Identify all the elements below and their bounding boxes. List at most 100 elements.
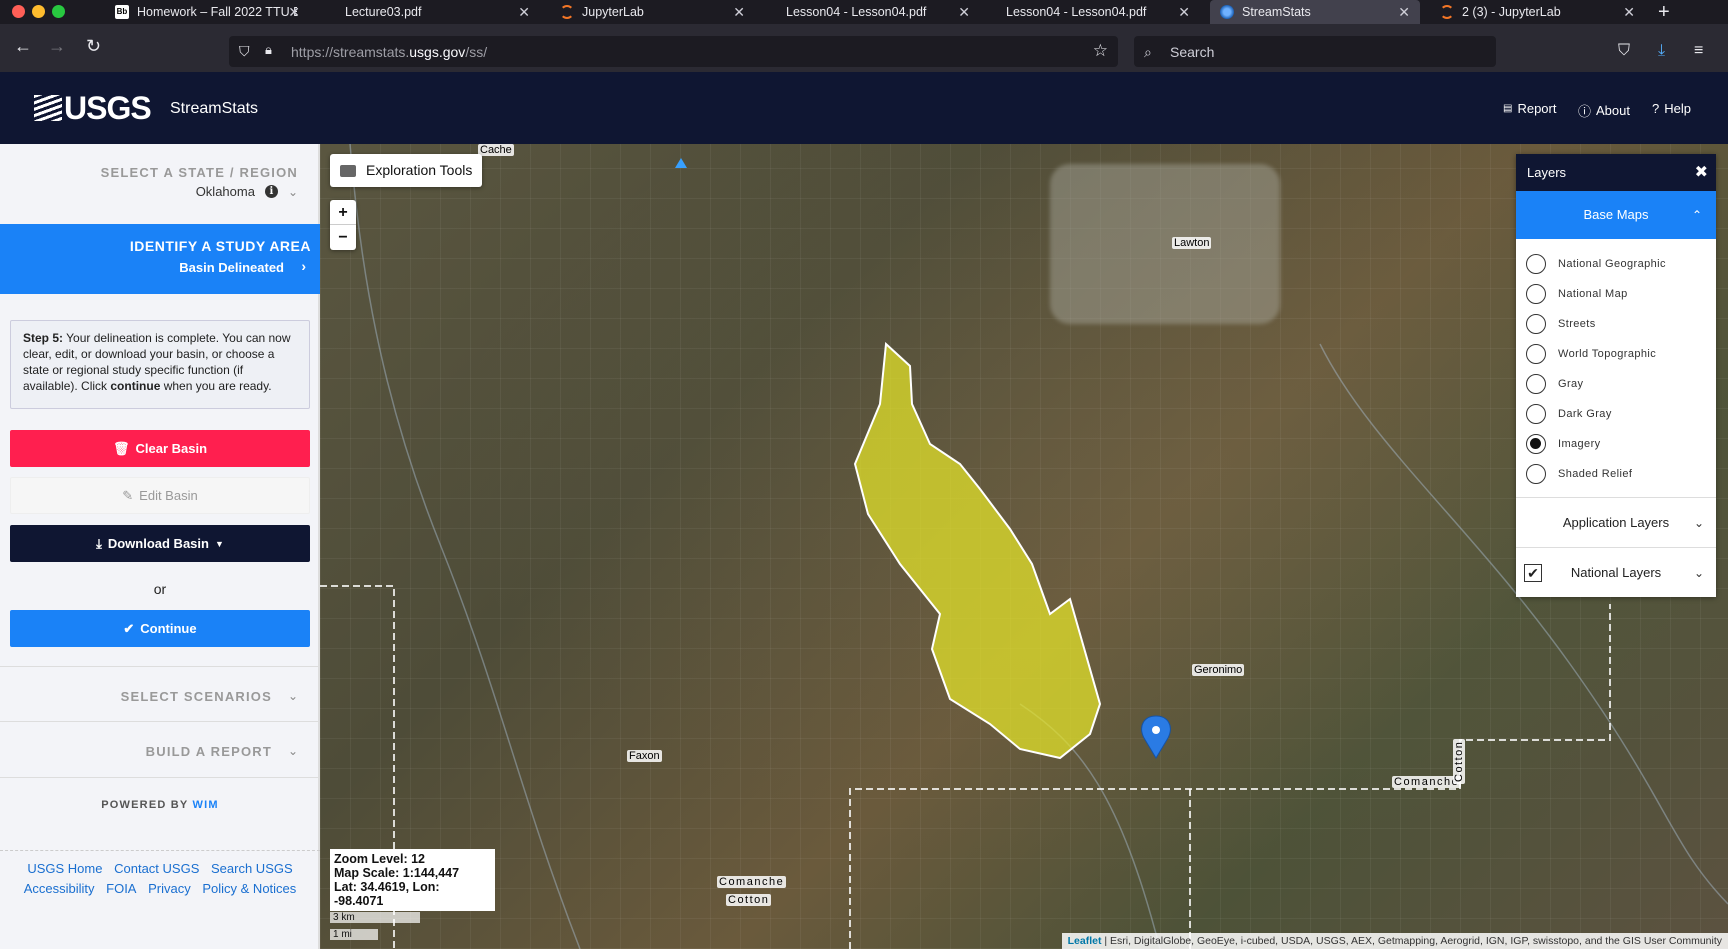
trash-icon: 🗑︎ xyxy=(112,440,130,456)
help-link[interactable]: ? Help xyxy=(1652,101,1691,116)
place-label-comanche: Comanche xyxy=(717,876,787,888)
edit-basin-button[interactable]: ✎ Edit Basin xyxy=(10,477,310,514)
accessibility-link[interactable]: Accessibility xyxy=(24,881,95,896)
base-map-option[interactable]: Imagery xyxy=(1516,429,1716,459)
gage-marker[interactable] xyxy=(675,158,687,168)
base-map-option[interactable]: Gray xyxy=(1516,369,1716,399)
chevron-down-icon[interactable]: ⌄ xyxy=(288,185,298,199)
delineated-basin[interactable] xyxy=(853,341,1102,760)
clear-basin-button[interactable]: 🗑︎ Clear Basin xyxy=(10,430,310,467)
browser-tab[interactable]: Bb Homework – Fall 2022 TTU Eng ✕ xyxy=(105,0,310,24)
close-tab-icon[interactable]: ✕ xyxy=(1623,4,1635,21)
report-link[interactable]: ▤ Report xyxy=(1503,101,1556,116)
leaflet-link[interactable]: Leaflet xyxy=(1068,935,1102,947)
base-map-label: Gray xyxy=(1558,378,1584,390)
close-tab-icon[interactable]: ✕ xyxy=(1178,4,1190,21)
browser-tab-active[interactable]: StreamStats ✕ xyxy=(1210,0,1420,24)
state-value: Oklahoma xyxy=(195,184,255,199)
zoom-in-button[interactable]: + xyxy=(330,200,356,225)
forward-icon[interactable]: → xyxy=(48,36,66,57)
maximize-window-button[interactable] xyxy=(52,5,65,18)
radio-button[interactable] xyxy=(1526,374,1546,394)
reload-icon[interactable]: ↻ xyxy=(86,36,101,57)
new-tab-icon[interactable]: + xyxy=(1658,1,1670,24)
base-map-option[interactable]: National Map xyxy=(1516,279,1716,309)
browser-tab[interactable]: Lesson04 - Lesson04.pdf ✕ xyxy=(990,0,1200,24)
close-tab-icon[interactable]: ✕ xyxy=(288,4,300,21)
select-state-section[interactable]: SELECT A STATE / REGION xyxy=(101,164,298,182)
build-report-label: BUILD A REPORT xyxy=(145,744,272,759)
browser-tab-bar: Bb Homework – Fall 2022 TTU Eng ✕ Lectur… xyxy=(0,0,1728,24)
close-tab-icon[interactable]: ✕ xyxy=(518,4,530,21)
usgs-logo[interactable]: USGS xyxy=(34,90,152,127)
continue-button[interactable]: ✔ Continue xyxy=(10,610,310,647)
base-map-option[interactable]: Shaded Relief xyxy=(1516,459,1716,489)
about-link[interactable]: ⓘ About xyxy=(1578,101,1630,120)
download-basin-label: Download Basin xyxy=(107,536,209,551)
base-map-option[interactable]: Streets xyxy=(1516,309,1716,339)
state-selector[interactable]: Oklahoma i ⌄ xyxy=(196,184,298,199)
radio-button-selected[interactable] xyxy=(1526,434,1546,454)
close-tab-icon[interactable]: ✕ xyxy=(958,4,970,21)
back-icon[interactable]: ← xyxy=(14,36,32,57)
tab-title: StreamStats xyxy=(1242,5,1311,19)
url-bar[interactable]: ⛉ 🔒︎ https://streamstats.usgs.gov/ss/ ☆ xyxy=(229,36,1118,67)
menu-icon[interactable]: ≡ xyxy=(1694,42,1703,60)
map-scale: Map Scale: 1:144,447 xyxy=(334,866,460,880)
base-map-label: Shaded Relief xyxy=(1558,468,1633,480)
usgs-home-link[interactable]: USGS Home xyxy=(27,861,102,876)
search-bar[interactable]: ⌕ Search xyxy=(1134,36,1496,67)
info-icon[interactable]: i xyxy=(264,185,278,198)
policy-link[interactable]: Policy & Notices xyxy=(202,881,296,896)
browser-tab[interactable]: Lesson04 - Lesson04.pdf ✕ xyxy=(770,0,980,24)
close-tab-icon[interactable]: ✕ xyxy=(1398,4,1410,21)
close-icon[interactable]: ✖ xyxy=(1695,154,1708,191)
radio-button[interactable] xyxy=(1526,284,1546,304)
shield-icon[interactable]: ⛉ xyxy=(239,43,250,60)
download-icon[interactable]: ⤓ xyxy=(1658,42,1665,60)
checkbox-checked[interactable]: ✔ xyxy=(1524,563,1542,582)
zoom-out-button[interactable]: − xyxy=(330,225,356,250)
chevron-right-icon: › xyxy=(301,258,306,274)
map-info-box: Zoom Level: 12 Map Scale: 1:144,447 Lat:… xyxy=(330,849,495,911)
pour-point-marker[interactable] xyxy=(1141,715,1171,759)
download-basin-button[interactable]: ⤓ Download Basin ▼ xyxy=(10,525,310,562)
radio-button[interactable] xyxy=(1526,344,1546,364)
exploration-tools-button[interactable]: Exploration Tools xyxy=(330,154,483,187)
identify-label: IDENTIFY A STUDY AREA xyxy=(129,238,311,254)
pocket-icon[interactable]: ⛉ xyxy=(1618,42,1630,60)
radio-button[interactable] xyxy=(1526,254,1546,274)
bookmark-star-icon[interactable]: ☆ xyxy=(1093,41,1108,61)
scale-bar-km: 3 km xyxy=(330,912,420,923)
lock-icon[interactable]: 🔒︎ xyxy=(265,42,272,58)
close-tab-icon[interactable]: ✕ xyxy=(733,4,745,21)
identify-study-area-step[interactable]: IDENTIFY A STUDY AREA Basin Delineated › xyxy=(0,224,320,294)
radio-button[interactable] xyxy=(1526,464,1546,484)
chevron-up-icon: ⌃ xyxy=(1691,208,1702,222)
base-map-option[interactable]: Dark Gray xyxy=(1516,399,1716,429)
footer-links: USGS Home Contact USGS Search USGS Acces… xyxy=(0,850,320,899)
map-view[interactable]: Cache Lawton Geronimo Faxon Comanche Cot… xyxy=(320,144,1728,949)
application-layers-header[interactable]: Application Layers ⌄ xyxy=(1516,497,1716,547)
build-report-section[interactable]: BUILD A REPORT ⌄ xyxy=(0,722,320,778)
base-map-option[interactable]: World Topographic xyxy=(1516,339,1716,369)
minimize-window-button[interactable] xyxy=(32,5,45,18)
privacy-link[interactable]: Privacy xyxy=(148,881,191,896)
radio-button[interactable] xyxy=(1526,404,1546,424)
radio-button[interactable] xyxy=(1526,314,1546,334)
browser-tab[interactable]: JupyterLab ✕ xyxy=(550,0,755,24)
wim-link[interactable]: WIM xyxy=(193,799,219,811)
national-layers-header[interactable]: ✔ National Layers ⌄ xyxy=(1516,547,1716,597)
browser-tab[interactable]: Lecture03.pdf ✕ xyxy=(325,0,540,24)
chevron-down-icon: ⌄ xyxy=(1693,565,1704,580)
lat-lon: Lat: 34.4619, Lon: -98.4071 xyxy=(334,880,440,908)
streamstats-icon xyxy=(1220,5,1234,19)
select-scenarios-section[interactable]: SELECT SCENARIOS ⌄ xyxy=(0,666,320,722)
browser-tab[interactable]: 2 (3) - JupyterLab ✕ xyxy=(1430,0,1645,24)
contact-usgs-link[interactable]: Contact USGS xyxy=(114,861,199,876)
close-window-button[interactable] xyxy=(12,5,25,18)
base-maps-header[interactable]: Base Maps ⌃ xyxy=(1516,191,1716,239)
base-map-option[interactable]: National Geographic xyxy=(1516,249,1716,279)
search-usgs-link[interactable]: Search USGS xyxy=(211,861,293,876)
foia-link[interactable]: FOIA xyxy=(106,881,136,896)
